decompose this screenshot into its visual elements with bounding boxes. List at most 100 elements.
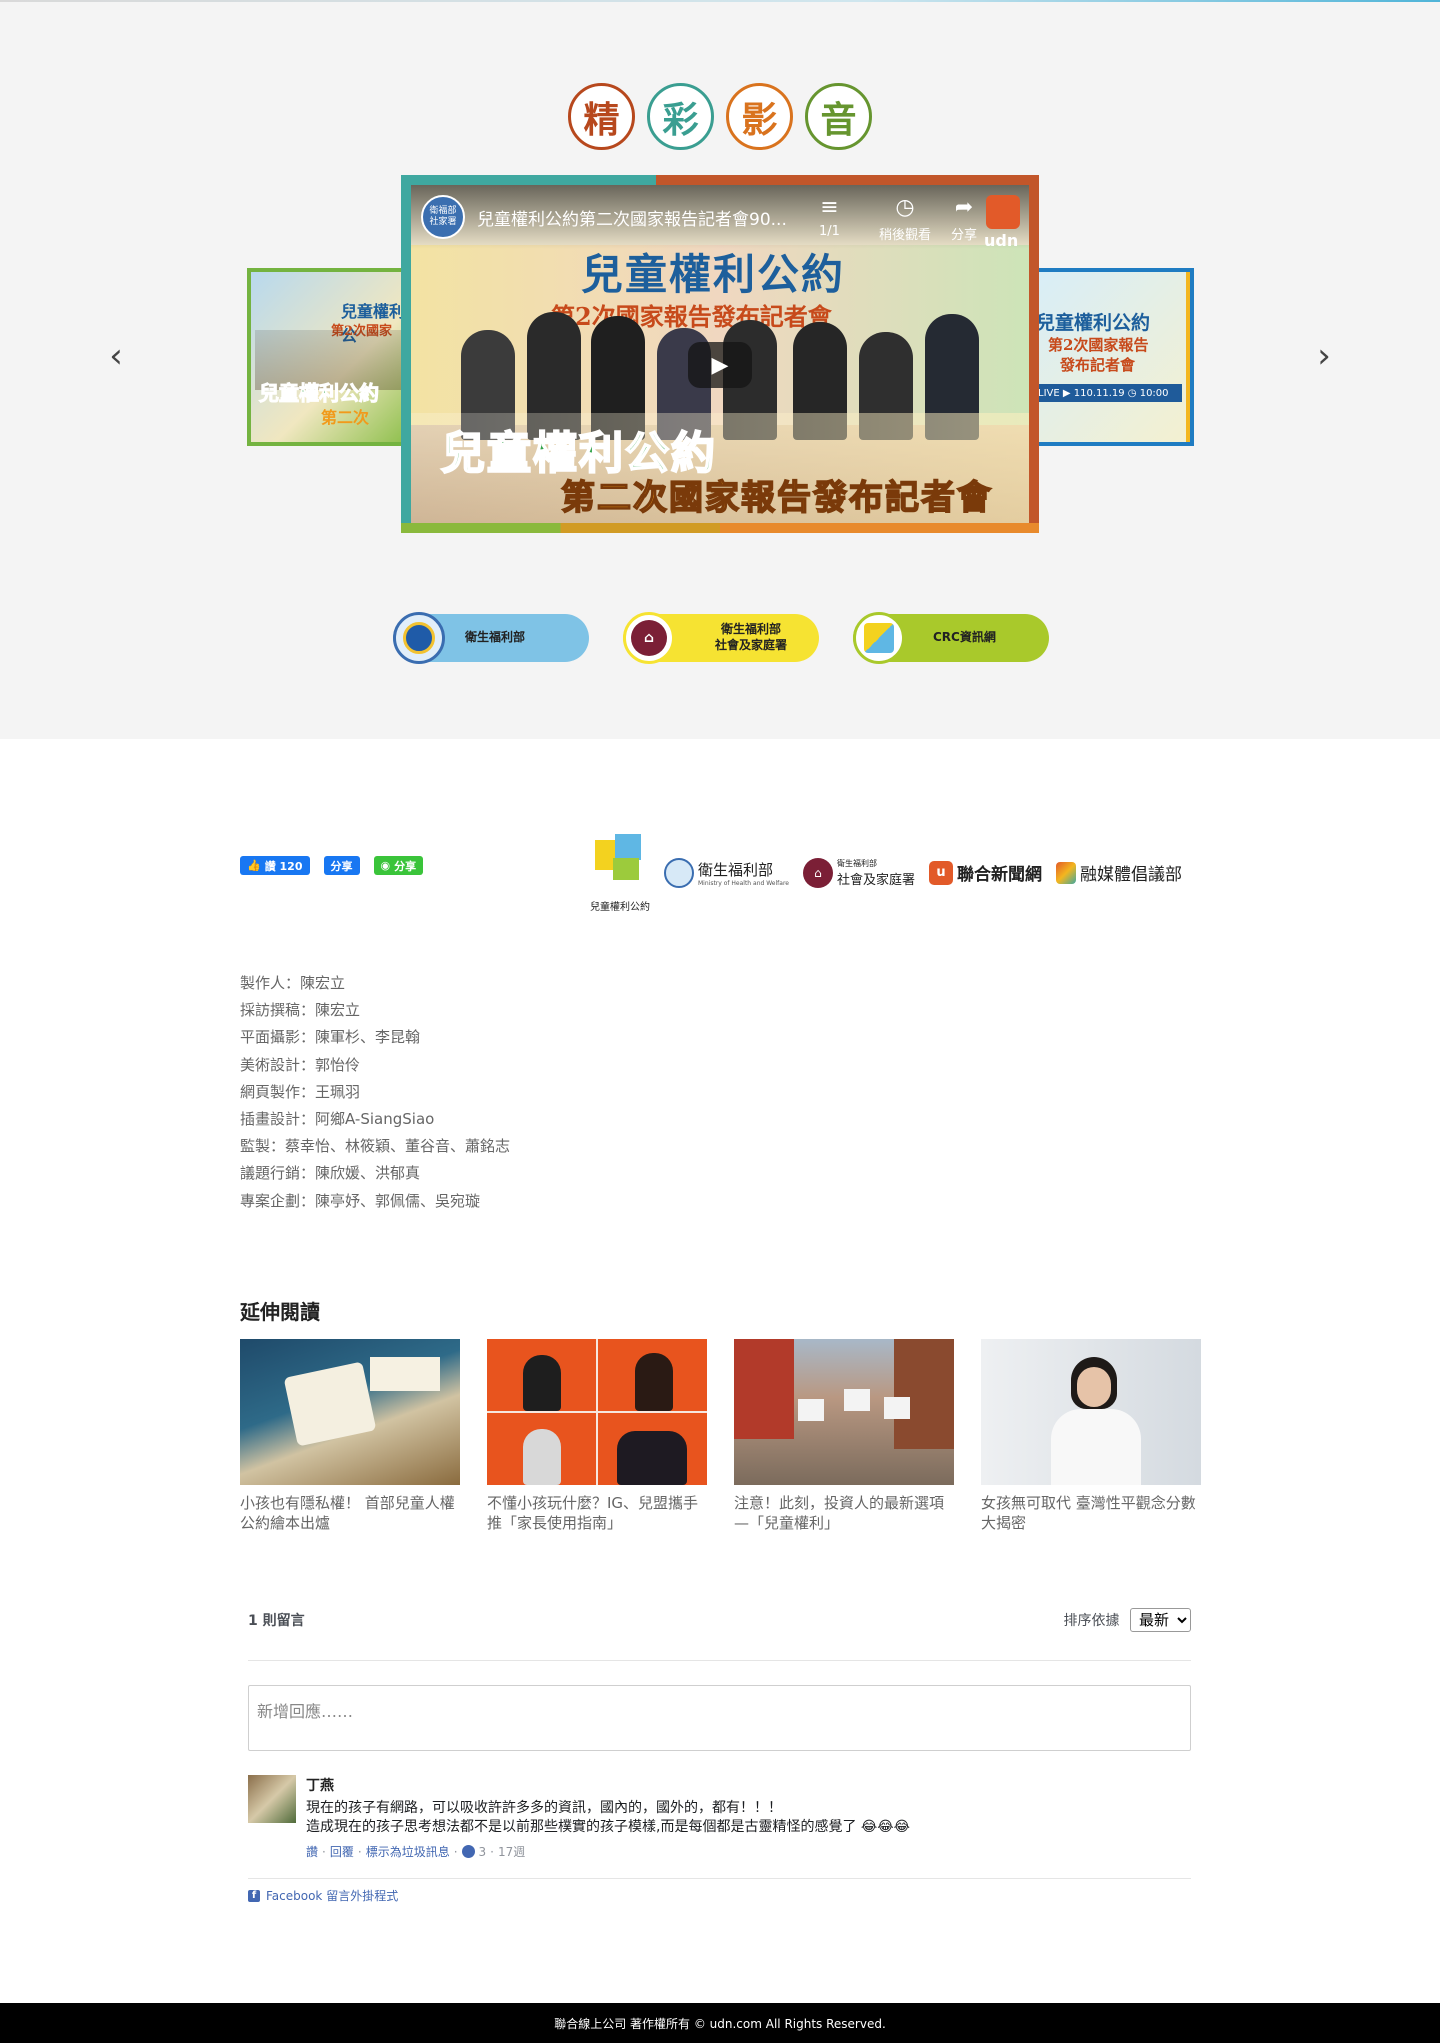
line-share-button[interactable]: ◉ 分享 xyxy=(373,856,424,875)
org-link-label: CRC資訊網 xyxy=(933,630,996,645)
org-links: 衛生福利部 ⌂ 衛生福利部 社會及家庭署 CRC資訊網 xyxy=(393,612,1049,664)
playlist-counter: 1/1 xyxy=(819,224,840,239)
comment-like-link[interactable]: 讚 xyxy=(306,1843,318,1860)
fb-like-button[interactable]: 👍 讚 120 xyxy=(240,856,310,875)
mohw-seal-icon xyxy=(664,857,694,888)
credit-line: 監製：蔡幸怡、林筱穎、董谷音、蕭銘志 xyxy=(240,1137,511,1156)
comments-divider xyxy=(248,1878,1191,1879)
watch-later-button[interactable]: ◷ 稍後觀看 xyxy=(879,195,931,243)
sfaa-partner-top: 衛生福利部 xyxy=(836,858,877,868)
comment-body-line2: 造成現在的孩子思考想法都不是以前那些樸實的孩子模樣,而是每個都是古靈精怪的感覺了… xyxy=(306,1819,910,1835)
copyright-text: 聯合線上公司 著作權所有 © udn.com All Rights Reserv… xyxy=(554,2016,886,2031)
related-card[interactable]: 女孩無可取代 臺灣性平觀念分數大揭密 xyxy=(981,1339,1201,1533)
mohw-partner-sub: Ministry of Health and Welfare xyxy=(698,879,789,887)
new-comment-input[interactable]: 新增回應…… xyxy=(248,1685,1191,1751)
comment-author[interactable]: 丁燕 xyxy=(306,1775,910,1795)
related-card[interactable]: 小孩也有隱私權！ 首部兒童人權公約繪本出爐 xyxy=(240,1339,460,1533)
section-title: 精 彩 影 音 xyxy=(568,83,872,150)
separator-dot: · xyxy=(490,1844,494,1859)
crc-cube-icon xyxy=(591,832,649,896)
udn-brand: udn xyxy=(984,231,1019,250)
carousel-prev-arrow-icon[interactable]: ‹ xyxy=(98,336,134,376)
credit-line: 專案企劃：陳亭妤、郭佩儒、吳宛璇 xyxy=(240,1191,481,1210)
watch-later-label: 稍後觀看 xyxy=(879,228,932,243)
fb-share-button[interactable]: 分享 xyxy=(323,856,360,875)
media-section: 精 彩 影 音 ‹ › 兒童權利公 第2次國家 兒童權利公約 第二次 兒童權利公… xyxy=(0,0,1440,739)
credit-line: 網頁製作：王珮羽 xyxy=(240,1082,361,1101)
side-right-live-bar: LIVE ▶ 110.11.19 ◷ 10:00 xyxy=(1034,384,1182,402)
credit-line: 製作人：陳宏立 xyxy=(240,974,346,992)
related-card[interactable]: 不懂小孩玩什麼？IG、兒盟攜手推「家長使用指南」 xyxy=(487,1339,707,1533)
org-link-sfaa[interactable]: ⌂ 衛生福利部 社會及家庭署 xyxy=(623,612,819,664)
partner-logos: 兒童權利公約 衛生福利部 Ministry of Health and Welf… xyxy=(590,832,1182,913)
advocacy-icon xyxy=(1055,861,1076,884)
org-link-crc[interactable]: CRC資訊網 xyxy=(853,612,1049,664)
side-right-subtitle: 第2次國家報告 xyxy=(1048,336,1149,354)
advocacy-label: 融媒體倡議部 xyxy=(1079,865,1182,885)
carousel-next-arrow-icon[interactable]: › xyxy=(1306,336,1342,376)
org-link-label: 衛生福利部 社會及家庭署 xyxy=(714,622,787,652)
related-card-title: 女孩無可取代 臺灣性平觀念分數大揭密 xyxy=(981,1494,1196,1532)
playlist-icon: ≡ xyxy=(820,195,839,220)
share-video-label: 分享 xyxy=(951,228,978,243)
sfaa-partner-label: 社會及家庭署 xyxy=(836,872,915,888)
credit-line: 插畫設計：阿鄉A-SiangSiao xyxy=(240,1110,435,1129)
separator-dot: · xyxy=(453,1844,458,1859)
title-char-1: 精 xyxy=(568,83,635,150)
video-topbar: 衛福部 社家署 兒童權利公約第二次國家報告記者會90... xyxy=(411,185,1029,249)
credit-line: 議題行銷：陳欣媛、洪郁真 xyxy=(240,1164,421,1183)
org-link-label: 衛生福利部 xyxy=(465,630,526,645)
fb-plugin-label: Facebook 留言外掛程式 xyxy=(266,1889,399,1903)
line-icon: ◉ xyxy=(380,859,391,872)
playlist-control[interactable]: ≡ 1/1 xyxy=(819,195,840,239)
comment-item: 丁燕 現在的孩子有網路，可以吸收許許多多的資訊，國內的，國外的，都有！！！ 造成… xyxy=(248,1775,1191,1860)
sort-select[interactable]: 最新 xyxy=(1130,1608,1191,1632)
video-banner-line2: 第二次國家報告發布記者會 xyxy=(560,477,993,519)
credits: 製作人：陳宏立 採訪撰稿：陳宏立 平面攝影：陳軍杉、李昆翰 美術設計：郭怡伶 網… xyxy=(240,970,510,1215)
mohw-partner-logo[interactable]: 衛生福利部 Ministry of Health and Welfare xyxy=(664,857,789,888)
sfaa-seal-icon: ⌂ xyxy=(802,857,833,888)
related-list: 小孩也有隱私權！ 首部兒童人權公約繪本出爐 不懂小孩玩什麼？IG、兒盟攜手推「家… xyxy=(240,1339,1201,1533)
comment-reply-link[interactable]: 回覆 xyxy=(330,1843,354,1860)
title-char-4: 音 xyxy=(805,83,872,150)
comments-count: 1 則留言 xyxy=(248,1613,305,1629)
credit-line: 平面攝影：陳軍杉、李昆翰 xyxy=(240,1028,421,1047)
video-headline: 兒童權利公約 xyxy=(581,250,846,299)
comment-time[interactable]: 17週 xyxy=(498,1843,525,1860)
udn-partner-label: 聯合新聞網 xyxy=(956,865,1042,885)
channel-avatar[interactable]: 衛福部 社家署 xyxy=(421,195,465,239)
top-progress-line xyxy=(0,0,1440,2)
fb-plugin-link[interactable]: f Facebook 留言外掛程式 xyxy=(248,1887,1191,1904)
udn-partner-logo[interactable]: u 聯合新聞網 xyxy=(928,860,1042,885)
credit-line: 採訪撰稿：陳宏立 xyxy=(240,1001,361,1020)
fb-share-label: 分享 xyxy=(330,859,353,873)
share-video-button[interactable]: ➦ 分享 xyxy=(951,195,977,243)
share-arrow-icon: ➦ xyxy=(954,195,974,220)
crc-partner-logo[interactable]: 兒童權利公約 xyxy=(590,832,650,913)
video-title[interactable]: 兒童權利公約第二次國家報告記者會90... xyxy=(477,205,797,230)
carousel-thumb-prev[interactable]: 兒童權利公 第2次國家 兒童權利公約 第二次 xyxy=(247,268,405,446)
play-icon[interactable]: ▶ xyxy=(688,342,752,388)
related-card-title: 不懂小孩玩什麼？IG、兒盟攜手推「家長使用指南」 xyxy=(487,1494,699,1532)
video-frame[interactable]: 兒童權利公約 第2次國家報告發布記者會 兒童權利公約 第二次國家報告發布記者會 … xyxy=(411,185,1029,523)
separator-dot: · xyxy=(322,1844,326,1859)
related-card[interactable]: 注意！此刻，投資人的最新選項—「兒童權利」 xyxy=(734,1339,954,1533)
related-card-title: 注意！此刻，投資人的最新選項—「兒童權利」 xyxy=(734,1494,945,1532)
sfaa-partner-logo[interactable]: ⌂ 衛生福利部 社會及家庭署 xyxy=(802,857,915,888)
sort-label: 排序依據 xyxy=(1063,1613,1120,1629)
related-card-title: 小孩也有隱私權！ 首部兒童人權公約繪本出爐 xyxy=(240,1494,455,1532)
udn-icon: u xyxy=(928,860,953,885)
sfaa-logo-icon: ⌂ xyxy=(623,612,675,664)
carousel-thumb-next[interactable]: 兒童權利公約 第2次國家報告 發布記者會 LIVE ▶ 110.11.19 ◷ … xyxy=(1034,268,1194,446)
video-player[interactable]: 兒童權利公約 第2次國家報告發布記者會 兒童權利公約 第二次國家報告發布記者會 … xyxy=(401,175,1039,533)
org-link-mohw[interactable]: 衛生福利部 xyxy=(393,612,589,664)
crc-partner-label: 兒童權利公約 xyxy=(590,902,650,913)
media-advocacy-logo[interactable]: 融媒體倡議部 xyxy=(1055,860,1182,885)
side-right-subtitle2: 發布記者會 xyxy=(1060,356,1136,374)
related-thumb xyxy=(240,1339,460,1485)
comment-spam-link[interactable]: 標示為垃圾訊息 xyxy=(366,1843,450,1860)
title-char-3: 影 xyxy=(726,83,793,150)
avatar[interactable] xyxy=(248,1775,296,1823)
line-share-label: 分享 xyxy=(394,859,417,873)
comment-actions: 讚 · 回覆 · 標示為垃圾訊息 · 3 · 17週 xyxy=(306,1843,910,1860)
